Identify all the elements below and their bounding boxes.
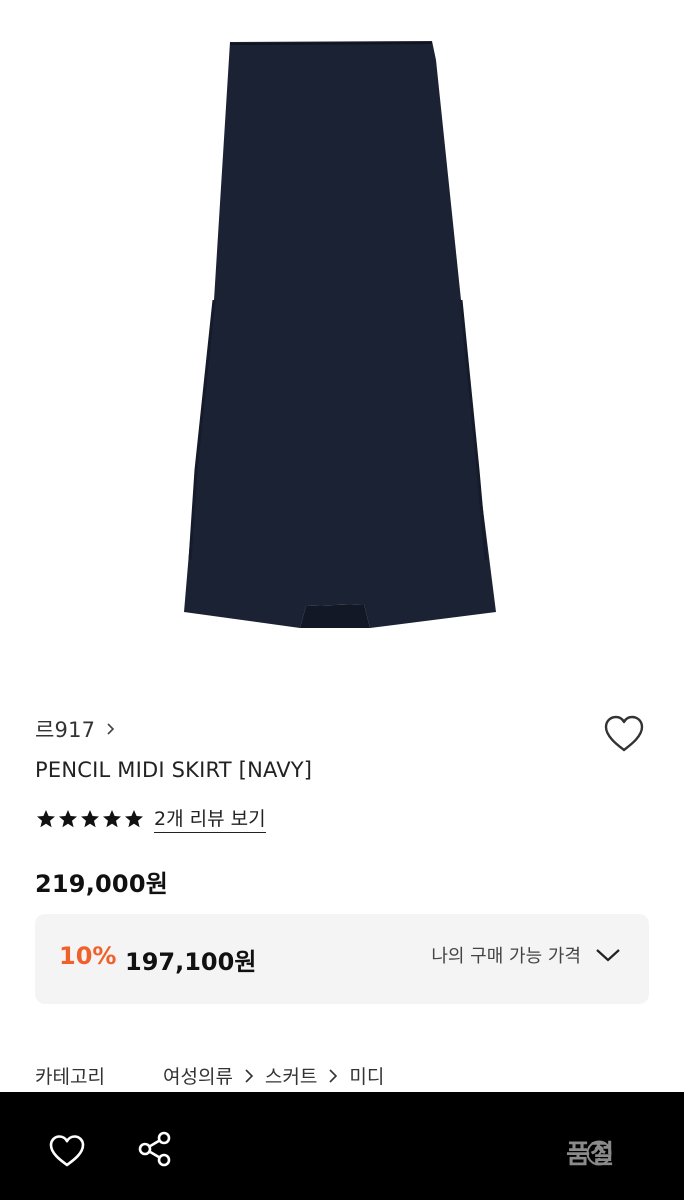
chevron-down-icon xyxy=(596,949,620,962)
star-icon xyxy=(59,809,77,827)
rating-stars xyxy=(36,809,144,829)
bottom-action-bar: 품절 xyxy=(0,1092,684,1200)
share-icon[interactable] xyxy=(136,1130,174,1168)
product-image[interactable] xyxy=(0,0,684,680)
original-price: 219,000원 xyxy=(35,870,168,898)
purchase-price-toggle[interactable]: 나의 구매 가능 가격 xyxy=(431,942,621,968)
category-crumb-skirt[interactable]: 스커트 xyxy=(265,1062,317,1089)
discount-price: 197,100원 xyxy=(125,948,257,976)
heart-icon xyxy=(604,715,644,752)
brand-link[interactable]: 르917 xyxy=(35,714,117,744)
product-detail-page: 르917 PENCIL MIDI SKIRT [NAVY] 2개 리뷰 보기 2… xyxy=(0,0,684,1200)
star-icon xyxy=(37,809,55,827)
brand-name: 르917 xyxy=(35,718,96,742)
chevron-right-icon xyxy=(245,1068,254,1083)
category-crumb-midi[interactable]: 미디 xyxy=(349,1062,384,1089)
rating-row: 2개 리뷰 보기 xyxy=(36,804,266,833)
heart-icon[interactable] xyxy=(48,1134,86,1168)
star-icon xyxy=(103,809,121,827)
wishlist-button[interactable] xyxy=(602,714,646,754)
chevron-right-icon xyxy=(107,723,115,735)
chevron-right-icon xyxy=(329,1068,338,1083)
star-icon xyxy=(81,809,99,827)
discount-box: 10% 197,100원 나의 구매 가능 가격 xyxy=(35,914,649,1004)
discount-rate: 10% xyxy=(59,942,117,970)
review-link[interactable]: 2개 리뷰 보기 xyxy=(154,804,266,833)
help-icon[interactable] xyxy=(586,1140,612,1166)
product-title: PENCIL MIDI SKIRT [NAVY] xyxy=(35,758,313,782)
category-label: 카테고리 xyxy=(35,1066,105,1088)
purchase-price-label: 나의 구매 가능 가격 xyxy=(431,946,581,967)
star-icon xyxy=(125,809,143,827)
skirt-illustration xyxy=(184,41,496,628)
category-crumb-women[interactable]: 여성의류 xyxy=(163,1062,233,1089)
category-row: 카테고리 여성의류 스커트 미디 xyxy=(35,1062,384,1089)
